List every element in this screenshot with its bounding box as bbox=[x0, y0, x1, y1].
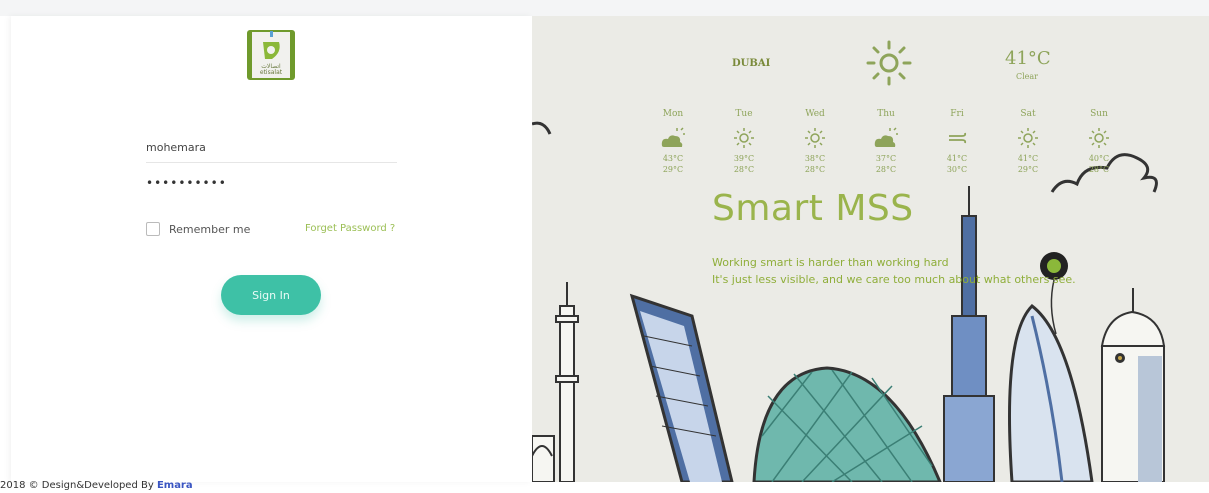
sun-icon bbox=[866, 40, 912, 90]
hero-title: Smart MSS bbox=[712, 188, 914, 229]
etisalat-logo: اتصالات etisalat bbox=[244, 28, 298, 82]
day-name: Mon bbox=[662, 109, 684, 119]
day-name: Tue bbox=[735, 109, 753, 119]
day-low: 28°C bbox=[875, 165, 897, 174]
login-panel: اتصالات etisalat Remember me Forget Pass… bbox=[11, 16, 532, 482]
day-high: 38°C bbox=[804, 154, 826, 163]
wind-icon bbox=[927, 127, 987, 153]
day-low: 28°C bbox=[804, 165, 826, 174]
day-name: Sun bbox=[1090, 109, 1108, 119]
day-low: 29°C bbox=[662, 165, 684, 174]
weather-forecast: Mon 43°C 29°C Tue 39°C 28°C Wed 38°C 28°… bbox=[643, 109, 1205, 189]
remember-checkbox[interactable] bbox=[146, 222, 160, 236]
day-name: Fri bbox=[950, 109, 964, 119]
day-high: 41°C bbox=[1017, 154, 1039, 163]
hero-tagline-2: It's just less visible, and we care too … bbox=[712, 273, 1076, 286]
footer: 2018 © Design&Developed By Emara bbox=[0, 480, 193, 491]
footer-text: 2018 © Design&Developed By bbox=[0, 480, 157, 491]
username-field[interactable] bbox=[146, 132, 397, 163]
day-low: 30°C bbox=[946, 165, 968, 174]
hero-tagline-1: Working smart is harder than working har… bbox=[712, 256, 949, 269]
day-high: 40°C bbox=[1088, 154, 1110, 163]
sun-icon bbox=[1069, 127, 1129, 153]
day-high: 43°C bbox=[662, 154, 684, 163]
sun-icon bbox=[785, 127, 845, 153]
hero-panel: DUBAI 41°C Clear Mon 43°C 29°C Tue 39°C … bbox=[532, 16, 1209, 482]
footer-brand-link[interactable]: Emara bbox=[157, 480, 193, 491]
forecast-day: Fri 41°C 30°C bbox=[927, 109, 987, 175]
forecast-day: Wed 38°C 28°C bbox=[785, 109, 845, 175]
cloud-sun-icon bbox=[643, 127, 703, 153]
weather-temperature: 41°C bbox=[1005, 48, 1051, 69]
day-name: Thu bbox=[877, 109, 895, 119]
forecast-day: Sun 40°C 28°C bbox=[1069, 109, 1129, 175]
remember-me[interactable]: Remember me bbox=[146, 222, 250, 236]
forecast-day: Sat 41°C 29°C bbox=[998, 109, 1058, 175]
remember-label: Remember me bbox=[169, 222, 251, 236]
day-low: 28°C bbox=[733, 165, 755, 174]
forecast-day: Mon 43°C 29°C bbox=[643, 109, 703, 175]
sign-in-button[interactable]: Sign In bbox=[221, 275, 321, 315]
svg-text:etisalat: etisalat bbox=[260, 69, 283, 76]
day-low: 29°C bbox=[1017, 165, 1039, 174]
day-high: 41°C bbox=[946, 154, 968, 163]
cloud-sun-icon bbox=[856, 127, 916, 153]
day-high: 39°C bbox=[733, 154, 755, 163]
forecast-day: Thu 37°C 28°C bbox=[856, 109, 916, 175]
day-name: Wed bbox=[805, 109, 825, 119]
day-high: 37°C bbox=[875, 154, 897, 163]
day-name: Sat bbox=[1020, 109, 1036, 119]
forecast-day: Tue 39°C 28°C bbox=[714, 109, 774, 175]
password-field[interactable] bbox=[146, 168, 397, 198]
day-low: 28°C bbox=[1088, 165, 1110, 174]
weather-city: DUBAI bbox=[732, 58, 771, 69]
sun-icon bbox=[998, 127, 1058, 153]
sun-icon bbox=[714, 127, 774, 153]
forget-password-link[interactable]: Forget Password ? bbox=[305, 223, 395, 234]
weather-condition: Clear bbox=[1016, 72, 1039, 81]
top-band bbox=[0, 0, 1209, 16]
